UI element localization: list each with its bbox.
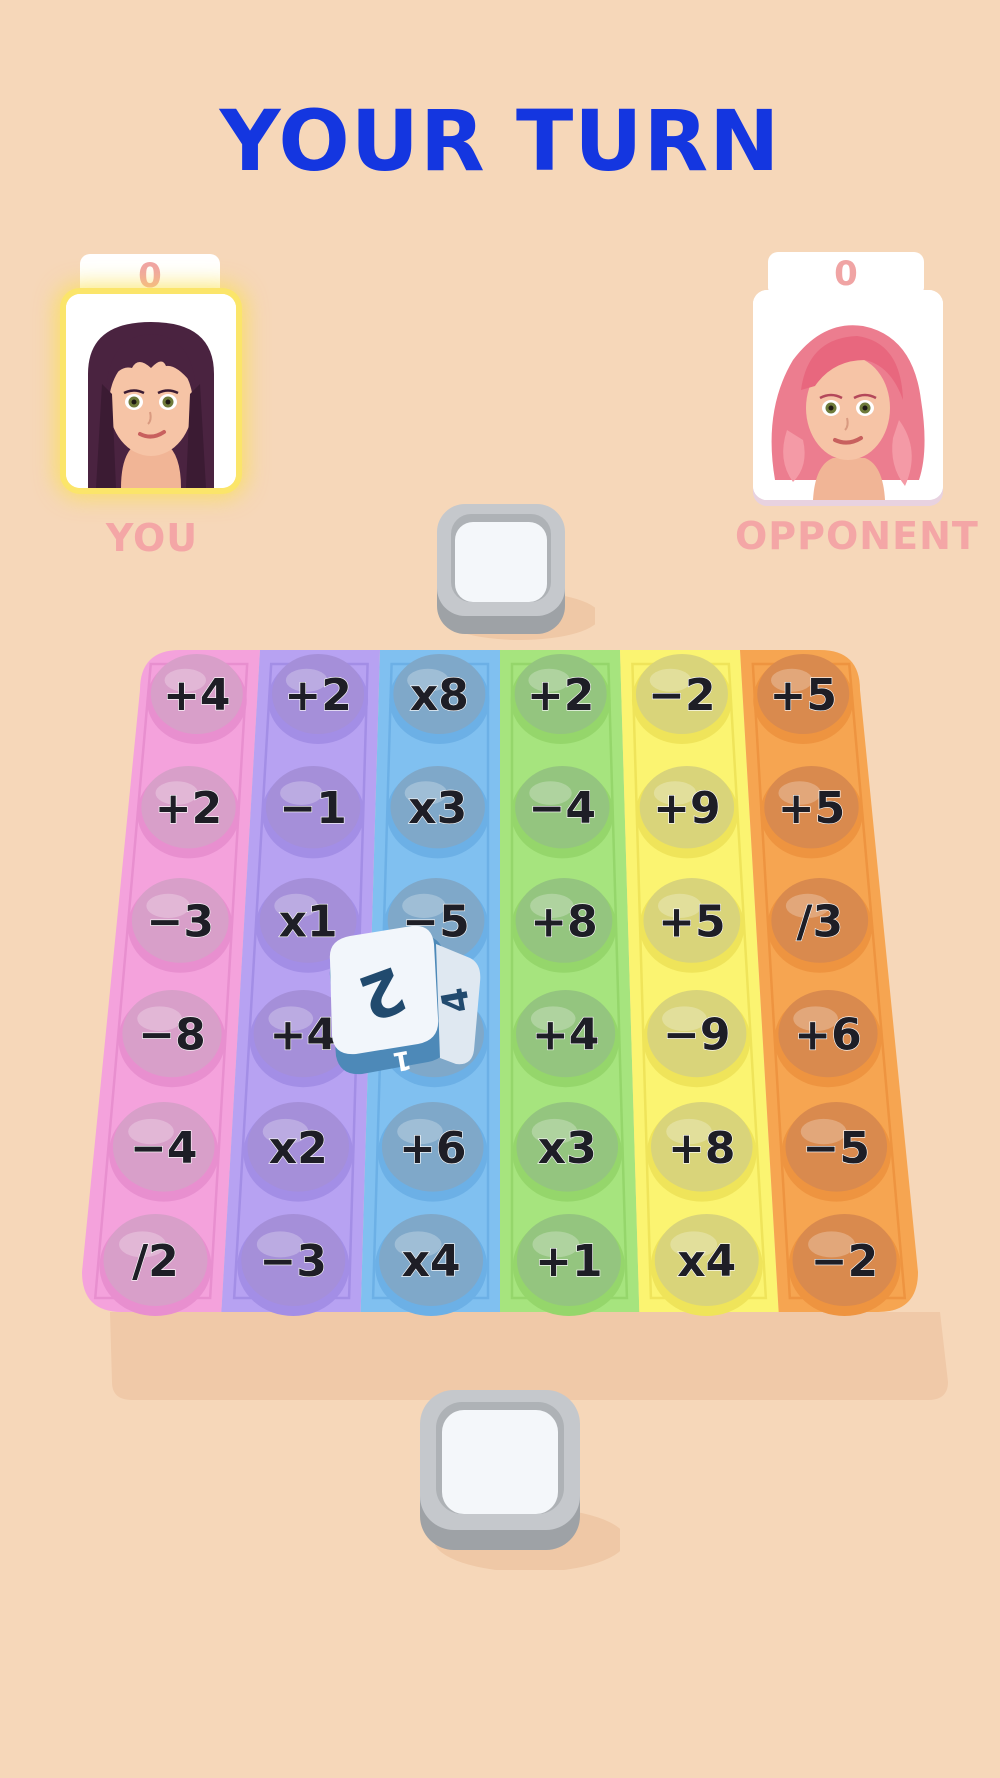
bubble-label: +6 — [794, 1010, 861, 1061]
bubble-label: /2 — [132, 1236, 179, 1287]
bubble-label: −4 — [130, 1123, 197, 1174]
bubble-label: −4 — [529, 783, 596, 834]
bubble-label: +4 — [163, 670, 230, 721]
pop-it-board: +4 +2 −3 −8 −4/2 +2 −1 x1 +4 x2 −3 x8 x3 −5 +6 x4 +2 −4 +8… — [82, 650, 948, 1400]
bubble-label: +5 — [769, 670, 836, 721]
bubble-label: +5 — [658, 896, 725, 947]
bubble-label: +8 — [530, 896, 597, 947]
bubble-label: x8 — [410, 670, 469, 721]
bubble-label: x2 — [269, 1123, 328, 1174]
bubble-label: x4 — [677, 1236, 736, 1287]
bubble-label: −3 — [147, 896, 214, 947]
bubble-label: +8 — [668, 1123, 735, 1174]
bubble-label: −2 — [811, 1236, 878, 1287]
bubble-label: −3 — [260, 1236, 327, 1287]
bubble-label: +4 — [269, 1010, 336, 1061]
player-dice-tray[interactable] — [410, 1380, 620, 1570]
bubble-label: x3 — [408, 783, 467, 834]
bubble-label: −9 — [663, 1010, 730, 1061]
bubble-label: x4 — [402, 1236, 461, 1287]
bubble-label: +2 — [527, 670, 594, 721]
bubble-label: +1 — [535, 1236, 602, 1287]
bubble-label: +6 — [399, 1123, 466, 1174]
bubble-label: −1 — [279, 783, 346, 834]
bubble-label: /3 — [796, 896, 843, 947]
bubble-label: −5 — [803, 1123, 870, 1174]
bubble-label: +2 — [284, 670, 351, 721]
bubble-label: +9 — [653, 783, 720, 834]
bubble-label: +5 — [778, 783, 845, 834]
bubble-label: +4 — [532, 1010, 599, 1061]
bubble-label: x1 — [279, 896, 338, 947]
bubble-label: x3 — [538, 1123, 597, 1174]
bubble-label: −2 — [648, 670, 715, 721]
bubble-label: +2 — [155, 783, 222, 834]
bubble-label: −8 — [138, 1010, 205, 1061]
